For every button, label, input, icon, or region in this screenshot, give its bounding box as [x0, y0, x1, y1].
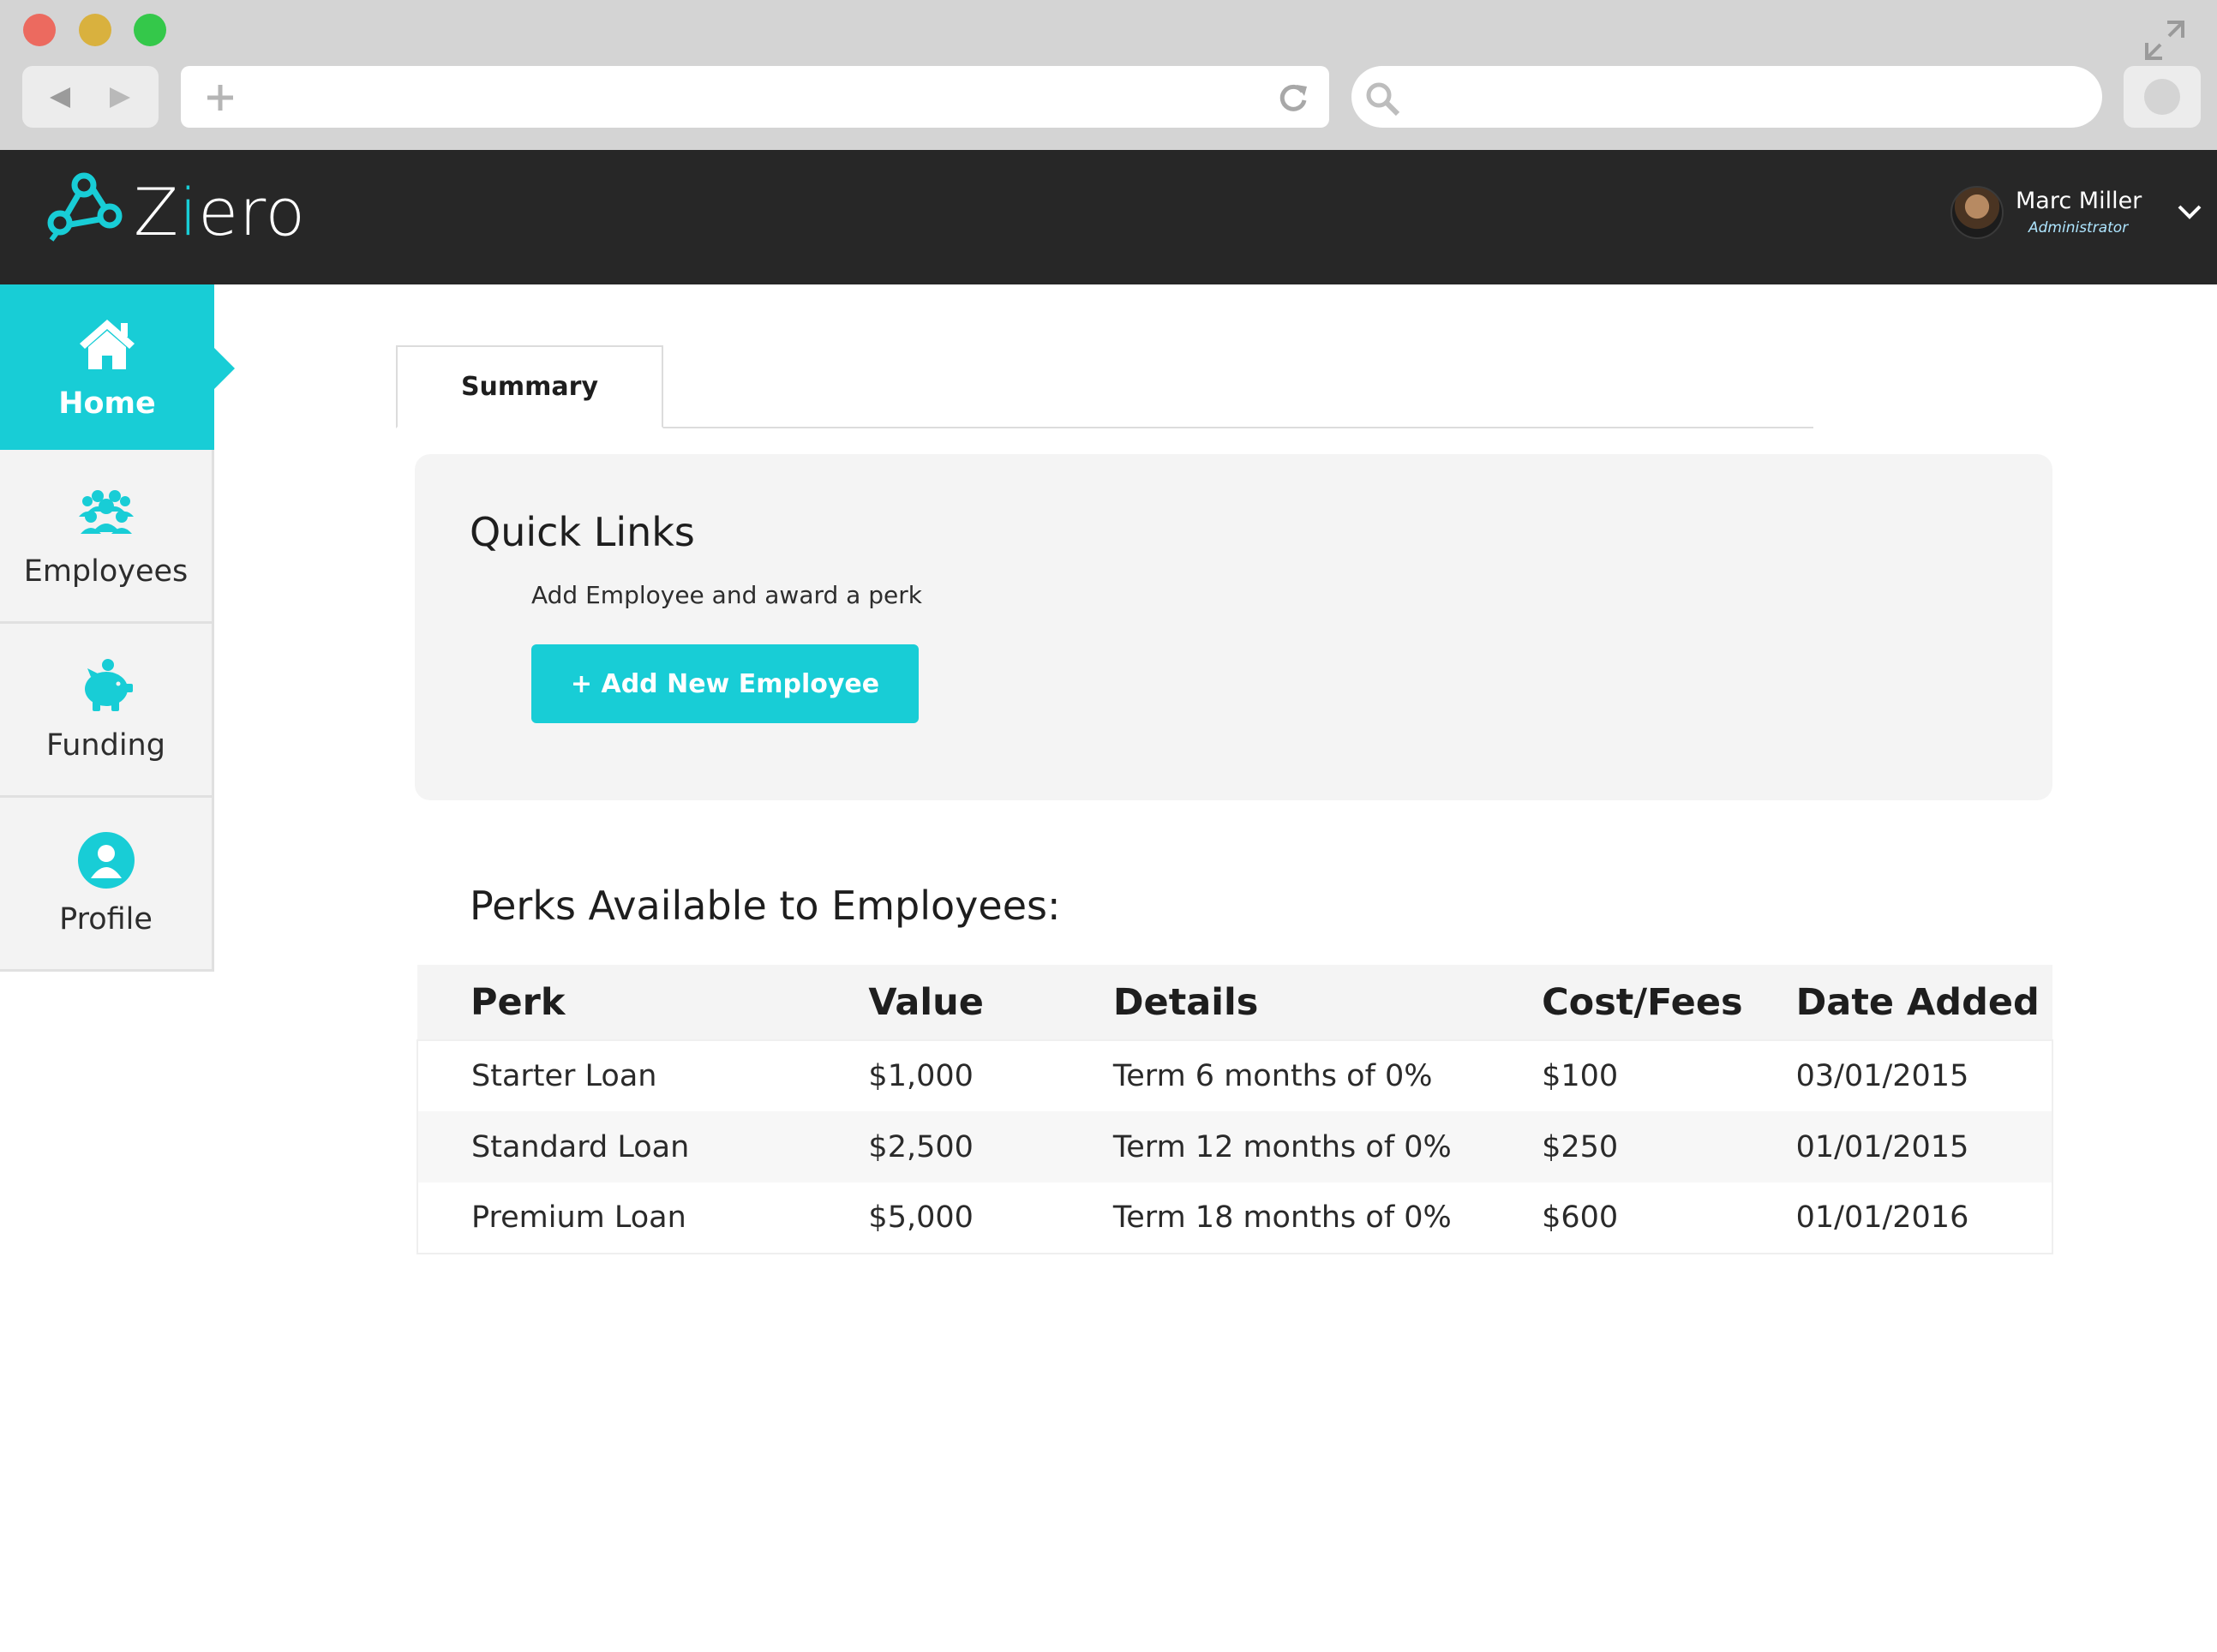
user-role: Administrator [2028, 219, 2129, 236]
cell-perk: Starter Loan [417, 1040, 816, 1111]
cell-value: $1,000 [815, 1040, 1060, 1111]
sidebar-item-label: Funding [46, 728, 165, 763]
column-header-date-added: Date Added [1742, 965, 2052, 1040]
add-new-employee-button[interactable]: + Add New Employee [531, 644, 919, 723]
cell-date-added: 03/01/2015 [1742, 1040, 2052, 1111]
app-logo-text[interactable]: Ziero [134, 165, 306, 260]
history-nav [22, 66, 159, 128]
sidebar: Home Employees Funding Profile [0, 284, 235, 972]
quick-links-card: Quick Links Add Employee and award a per… [415, 454, 2052, 800]
table-header-row: Perk Value Details Cost/Fees Date Added [417, 965, 2052, 1040]
home-icon [80, 319, 135, 369]
sidebar-item-home[interactable]: Home [0, 284, 235, 450]
cell-date-added: 01/01/2015 [1742, 1111, 2052, 1182]
back-arrow-icon[interactable] [46, 86, 72, 110]
column-header-perk: Perk [417, 965, 816, 1040]
cell-cost-fees: $600 [1489, 1182, 1743, 1254]
app-header: Ziero Marc Miller Administrator [0, 150, 2217, 284]
cell-perk: Standard Loan [417, 1111, 816, 1182]
close-window-button[interactable] [23, 14, 56, 46]
table-row[interactable]: Premium Loan $5,000 Term 18 months of 0%… [417, 1182, 2052, 1254]
avatar[interactable] [1950, 186, 2004, 239]
cell-details: Term 6 months of 0% [1059, 1040, 1489, 1111]
cell-details: Term 18 months of 0% [1059, 1182, 1489, 1254]
sidebar-item-label: Profile [59, 902, 153, 937]
logo-i: i [179, 174, 199, 250]
cell-cost-fees: $250 [1489, 1111, 1743, 1182]
column-header-value: Value [815, 965, 1060, 1040]
cell-value: $2,500 [815, 1111, 1060, 1182]
cell-details: Term 12 months of 0% [1059, 1111, 1489, 1182]
column-header-cost-fees: Cost/Fees [1489, 965, 1743, 1040]
cell-value: $5,000 [815, 1182, 1060, 1254]
reload-icon[interactable] [1276, 81, 1310, 116]
sidebar-item-funding[interactable]: Funding [0, 624, 214, 798]
perks-title: Perks Available to Employees: [470, 883, 1061, 929]
user-name[interactable]: Marc Miller [2016, 188, 2142, 214]
new-tab-plus-icon[interactable] [204, 81, 237, 114]
ziero-logo-icon[interactable] [45, 171, 123, 247]
profile-icon [77, 832, 135, 889]
browser-menu-button[interactable] [2124, 66, 2201, 128]
column-header-details: Details [1059, 965, 1489, 1040]
table-row[interactable]: Starter Loan $1,000 Term 6 months of 0% … [417, 1040, 2052, 1111]
cell-date-added: 01/01/2016 [1742, 1182, 2052, 1254]
cell-perk: Premium Loan [417, 1182, 816, 1254]
menu-circle-icon [2144, 79, 2180, 115]
sidebar-item-label: Employees [23, 554, 189, 589]
piggy-bank-icon [84, 659, 133, 711]
table-row[interactable]: Standard Loan $2,500 Term 12 months of 0… [417, 1111, 2052, 1182]
sidebar-item-profile[interactable]: Profile [0, 798, 214, 972]
browser-search-bar[interactable] [1351, 66, 2102, 128]
sidebar-item-label: Home [58, 386, 156, 421]
minimize-window-button[interactable] [79, 14, 111, 46]
expand-icon[interactable] [2143, 19, 2186, 62]
logo-prefix: Z [134, 174, 180, 250]
maximize-window-button[interactable] [134, 14, 166, 46]
forward-arrow-icon[interactable] [108, 86, 134, 110]
search-icon [1366, 82, 1400, 117]
sidebar-item-employees[interactable]: Employees [0, 450, 214, 624]
tab-summary[interactable]: Summary [396, 345, 663, 428]
quick-links-description: Add Employee and award a perk [531, 581, 922, 609]
cell-cost-fees: $100 [1489, 1040, 1743, 1111]
employees-icon [78, 490, 134, 534]
quick-links-title: Quick Links [470, 509, 695, 555]
browser-chrome [0, 0, 2217, 150]
perks-table: Perk Value Details Cost/Fees Date Added … [416, 965, 2053, 1254]
chevron-down-icon[interactable] [2177, 201, 2202, 222]
logo-suffix: ero [198, 174, 307, 250]
address-bar[interactable] [181, 66, 1329, 128]
